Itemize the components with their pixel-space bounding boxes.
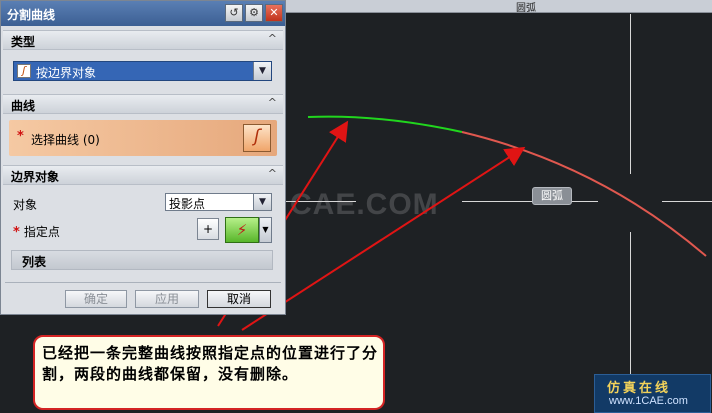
footer-divider [5,282,281,283]
point-dialog-button[interactable]: + [197,218,219,240]
annotation-callout: 已经把一条完整曲线按照指定点的位置进行了分割，两段的曲线都保留，没有删除。 [33,335,385,410]
chevron-up-icon[interactable]: ^ [268,167,277,180]
close-icon[interactable]: ✕ [265,4,283,22]
section-type-header[interactable]: 类型 ^ [3,30,283,50]
ok-button[interactable]: 确定 [65,290,127,308]
list-header[interactable]: 列表 [11,250,273,270]
spline-curve-icon: ʃ [17,64,31,78]
split-curve-dialog: 分割曲线 ↺ ⚙ ✕ 类型 ^ ʃ 按边界对象 ▼ 曲线 ^ * 选择曲线 (0… [0,0,286,315]
curve-segment-green [307,115,463,133]
chevron-down-icon[interactable]: ▼ [253,194,271,210]
chevron-down-icon[interactable]: ▼ [259,217,272,243]
dialog-title: 分割曲线 [7,8,56,22]
required-marker: * [17,129,24,144]
curve-segment-red [461,131,707,257]
site-logo: 仿真在线 www.1CAE.com [594,374,711,413]
reset-icon[interactable]: ↺ [225,4,243,22]
section-type-label: 类型 [11,35,36,49]
list-label: 列表 [22,255,47,269]
cancel-button[interactable]: 取消 [207,290,271,308]
inferred-point-button[interactable]: ⚡ [225,217,259,243]
section-boundary-header[interactable]: 边界对象 ^ [3,165,283,185]
object-select-value: 投影点 [169,197,206,211]
apply-button[interactable]: 应用 [135,290,199,308]
object-label: 对象 [13,198,38,212]
curve-select-button[interactable]: ʃ [243,124,271,152]
select-curve-row[interactable]: * 选择曲线 (0) ʃ [9,120,277,156]
specify-point-row: * 指定点 [13,223,60,240]
select-curve-label: 选择曲线 (0) [31,133,100,147]
arc-tag: 圆弧 [532,187,572,205]
logo-line-2: www.1CAE.com [609,395,688,407]
section-curve-label: 曲线 [11,99,36,113]
annotation-text: 已经把一条完整曲线按照指定点的位置进行了分割，两段的曲线都保留，没有删除。 [42,344,379,383]
gear-icon[interactable]: ⚙ [245,4,263,22]
required-marker: * [13,225,20,240]
object-select[interactable]: 投影点 ▼ [165,193,272,211]
section-curve-header[interactable]: 曲线 ^ [3,94,283,114]
section-boundary-label: 边界对象 [11,170,60,184]
logo-line-1: 仿真在线 [607,381,672,396]
chevron-down-icon[interactable]: ▼ [253,62,271,80]
type-select-value: 按边界对象 [36,66,97,80]
specify-point-label: 指定点 [23,225,60,239]
chevron-up-icon[interactable]: ^ [268,96,277,109]
dialog-titlebar[interactable]: 分割曲线 ↺ ⚙ ✕ [1,1,285,26]
type-select[interactable]: ʃ 按边界对象 ▼ [13,61,272,81]
chevron-up-icon[interactable]: ^ [268,32,277,45]
